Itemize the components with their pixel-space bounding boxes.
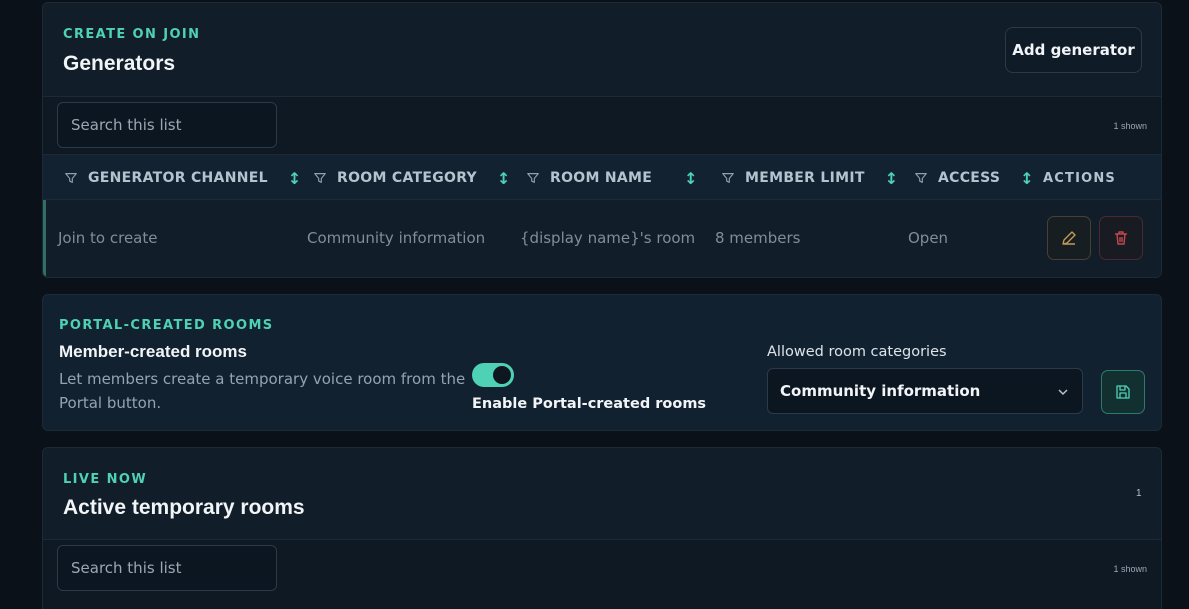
live-card: LIVE NOW Active temporary rooms 1 Search… — [42, 447, 1162, 609]
generators-table-header: GENERATOR CHANNEL ↕ ROOM CATEGORY ↕ ROOM… — [43, 154, 1161, 200]
live-search-input[interactable]: Search this list — [57, 545, 277, 591]
column-generator-channel[interactable]: GENERATOR CHANNEL ↕ — [64, 155, 302, 201]
filter-icon[interactable] — [526, 171, 540, 185]
save-button[interactable] — [1101, 370, 1145, 414]
sort-icon[interactable]: ↕ — [497, 169, 511, 188]
column-access[interactable]: ACCESS ↕ — [914, 155, 1034, 201]
categories-value: Community information — [780, 382, 981, 400]
portal-description-line: Portal button. — [59, 394, 162, 412]
live-count-badge: 1 — [1136, 488, 1142, 499]
sort-icon[interactable]: ↕ — [288, 169, 302, 188]
filter-icon[interactable] — [64, 171, 78, 185]
sort-icon[interactable]: ↕ — [684, 169, 698, 188]
column-label: GENERATOR CHANNEL — [88, 170, 268, 186]
column-label: ROOM NAME — [550, 170, 653, 186]
pencil-icon — [1062, 231, 1076, 245]
column-actions: ACTIONS — [1043, 170, 1117, 186]
generators-eyebrow: CREATE ON JOIN — [63, 27, 201, 42]
column-label: ROOM CATEGORY — [337, 170, 477, 186]
column-label: ACCESS — [938, 170, 1001, 186]
portal-title: Member-created rooms — [59, 342, 248, 361]
portal-eyebrow: PORTAL-CREATED ROOMS — [59, 318, 274, 333]
trash-icon — [1115, 231, 1127, 245]
categories-label: Allowed room categories — [767, 344, 947, 360]
column-room-category[interactable]: ROOM CATEGORY ↕ — [313, 155, 511, 201]
portal-toggle[interactable] — [472, 363, 514, 387]
column-room-name[interactable]: ROOM NAME ↕ — [526, 155, 698, 201]
edit-button[interactable] — [1047, 216, 1091, 260]
toggle-knob — [493, 366, 511, 384]
table-row: Join to create Community information {di… — [43, 200, 1161, 276]
live-toolbar: Search this list 1 shown — [43, 539, 1161, 609]
generators-toolbar: Search this list 1 shown — [43, 96, 1161, 154]
live-title: Active temporary rooms — [63, 496, 305, 519]
generators-title: Generators — [63, 52, 176, 75]
cell-member-limit: 8 members — [715, 229, 801, 247]
filter-icon[interactable] — [313, 171, 327, 185]
portal-toggle-label: Enable Portal-created rooms — [472, 396, 707, 412]
live-eyebrow: LIVE NOW — [63, 472, 148, 487]
live-shown-count: 1 shown — [1113, 564, 1147, 574]
generators-search-input[interactable]: Search this list — [57, 102, 277, 148]
column-label: MEMBER LIMIT — [745, 170, 865, 186]
portal-description-line: Let members create a temporary voice roo… — [59, 370, 466, 388]
cell-access: Open — [908, 229, 949, 247]
delete-button[interactable] — [1099, 216, 1143, 260]
chevron-down-icon — [1058, 389, 1068, 396]
add-generator-button[interactable]: Add generator — [1005, 27, 1142, 73]
filter-icon[interactable] — [721, 171, 735, 185]
generators-card: CREATE ON JOIN Generators Add generator … — [42, 2, 1162, 278]
portal-card: PORTAL-CREATED ROOMS Member-created room… — [42, 294, 1162, 431]
filter-icon[interactable] — [914, 171, 928, 185]
sort-icon[interactable]: ↕ — [885, 169, 899, 188]
save-icon — [1116, 385, 1130, 399]
categories-select[interactable]: Community information — [767, 368, 1083, 414]
cell-room-category: Community information — [307, 229, 486, 247]
portal-description: Let members create a temporary voice roo… — [59, 367, 465, 415]
cell-generator-channel: Join to create — [58, 229, 158, 247]
generators-shown-count: 1 shown — [1113, 121, 1147, 131]
sort-icon[interactable]: ↕ — [1020, 169, 1034, 188]
cell-room-name: {display name}'s room — [520, 229, 696, 247]
column-member-limit[interactable]: MEMBER LIMIT ↕ — [721, 155, 898, 201]
